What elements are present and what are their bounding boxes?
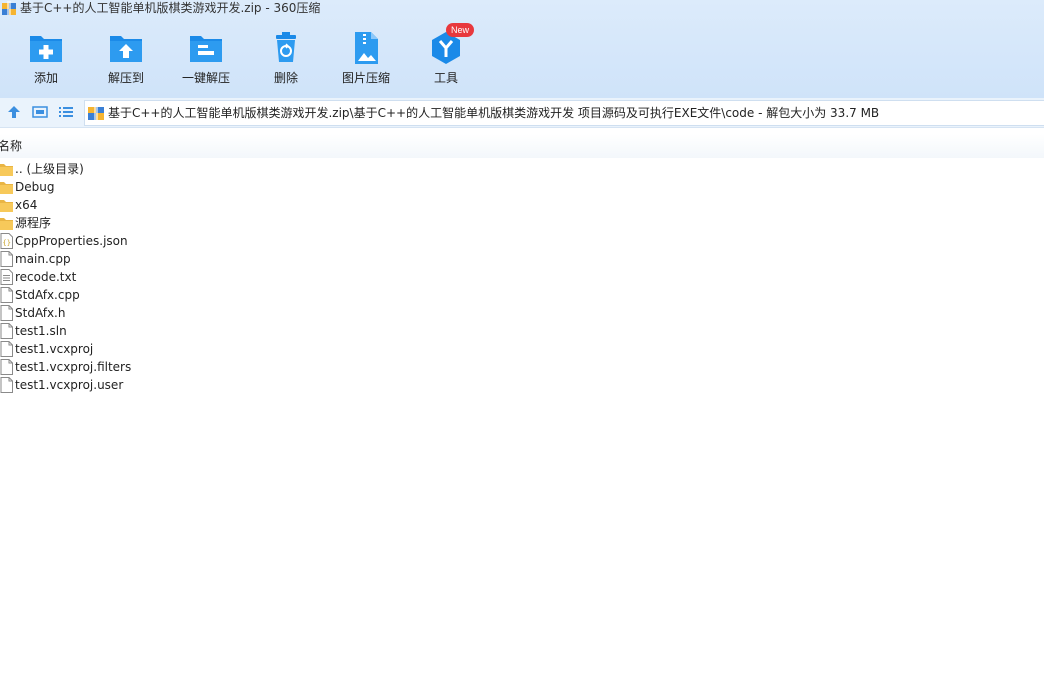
folder-icon [0, 164, 13, 176]
file-icon [0, 377, 13, 393]
file-row[interactable]: recode.txt [0, 268, 300, 286]
file-name: test1.vcxproj.filters [15, 360, 132, 374]
delete-button[interactable]: 删除 [246, 28, 326, 90]
image-compress-button[interactable]: 图片压缩 [326, 28, 406, 90]
file-row[interactable]: main.cpp [0, 250, 300, 268]
folder-row[interactable]: .. (上级目录) [0, 160, 300, 178]
extract-to-button[interactable]: 解压到 [86, 28, 166, 90]
one-click-extract-button[interactable]: 一键解压 [166, 28, 246, 90]
trash-icon [276, 32, 296, 62]
column-header: 名称 [0, 134, 1044, 158]
file-name: test1.sln [15, 324, 67, 338]
folder-row[interactable]: 源程序 [0, 214, 300, 232]
one-click-extract-icon [190, 36, 222, 62]
file-name: CppProperties.json [15, 234, 128, 248]
file-row[interactable]: test1.vcxproj.filters [0, 358, 300, 376]
file-row[interactable]: test1.vcxproj.user [0, 376, 300, 394]
thumbnail-view-icon[interactable] [32, 104, 48, 120]
file-name: x64 [15, 198, 38, 212]
add-folder-icon [30, 36, 62, 62]
address-bar[interactable]: 基于C++的人工智能单机版棋类游戏开发.zip\基于C++的人工智能单机版棋类游… [84, 100, 1044, 126]
image-compress-icon [355, 32, 378, 64]
file-name: StdAfx.h [15, 306, 66, 320]
file-name: 源程序 [15, 216, 52, 230]
address-path: 基于C++的人工智能单机版棋类游戏开发.zip\基于C++的人工智能单机版棋类游… [108, 106, 880, 120]
file-icon [0, 359, 13, 375]
file-list: .. (上级目录) Debug x64 源程序 {} CppProperties.json… [0, 160, 1044, 394]
file-icon [0, 305, 13, 321]
column-header-name[interactable]: 名称 [0, 137, 22, 154]
app-header: 基于C++的人工智能单机版棋类游戏开发.zip - 360压缩 添加 解压到 一… [0, 0, 1044, 98]
file-icon [0, 323, 13, 339]
file-icon [0, 251, 13, 267]
file-row[interactable]: StdAfx.cpp [0, 286, 300, 304]
title-bar: 基于C++的人工智能单机版棋类游戏开发.zip - 360压缩 [0, 0, 1044, 16]
folder-icon [0, 200, 13, 212]
file-row[interactable]: test1.sln [0, 322, 300, 340]
folder-icon [0, 218, 13, 230]
tools-button[interactable]: New 工具 [406, 23, 486, 90]
up-arrow-icon[interactable] [6, 104, 22, 120]
file-name: Debug [15, 180, 55, 194]
file-name: .. (上级目录) [15, 162, 84, 176]
add-button[interactable]: 添加 [6, 28, 86, 90]
file-name: StdAfx.cpp [15, 288, 80, 302]
window-title: 基于C++的人工智能单机版棋类游戏开发.zip - 360压缩 [20, 1, 321, 15]
folder-row[interactable]: Debug [0, 178, 300, 196]
svg-text:{}: {} [3, 239, 11, 247]
file-name: test1.vcxproj [15, 342, 94, 356]
list-view-icon[interactable] [58, 104, 74, 120]
app-logo-icon [2, 1, 16, 15]
file-name: main.cpp [15, 252, 71, 266]
zip-archive-icon [88, 106, 104, 120]
navigation-bar: 基于C++的人工智能单机版棋类游戏开发.zip\基于C++的人工智能单机版棋类游… [0, 98, 1044, 128]
extract-to-icon [110, 36, 142, 62]
file-row[interactable]: {} CppProperties.json [0, 232, 300, 250]
file-row[interactable]: StdAfx.h [0, 304, 300, 322]
file-row[interactable]: test1.vcxproj [0, 340, 300, 358]
folder-row[interactable]: x64 [0, 196, 300, 214]
json-file-icon: {} [0, 233, 13, 249]
file-icon [0, 287, 13, 303]
text-file-icon [0, 269, 13, 285]
folder-icon [0, 182, 13, 194]
toolbar: 添加 解压到 一键解压 删除 图片压缩 New 工具 [0, 23, 1044, 90]
new-badge: New [446, 23, 475, 37]
file-name: test1.vcxproj.user [15, 378, 124, 392]
file-icon [0, 341, 13, 357]
file-name: recode.txt [15, 270, 77, 284]
tools-label: 工具 [433, 71, 458, 85]
